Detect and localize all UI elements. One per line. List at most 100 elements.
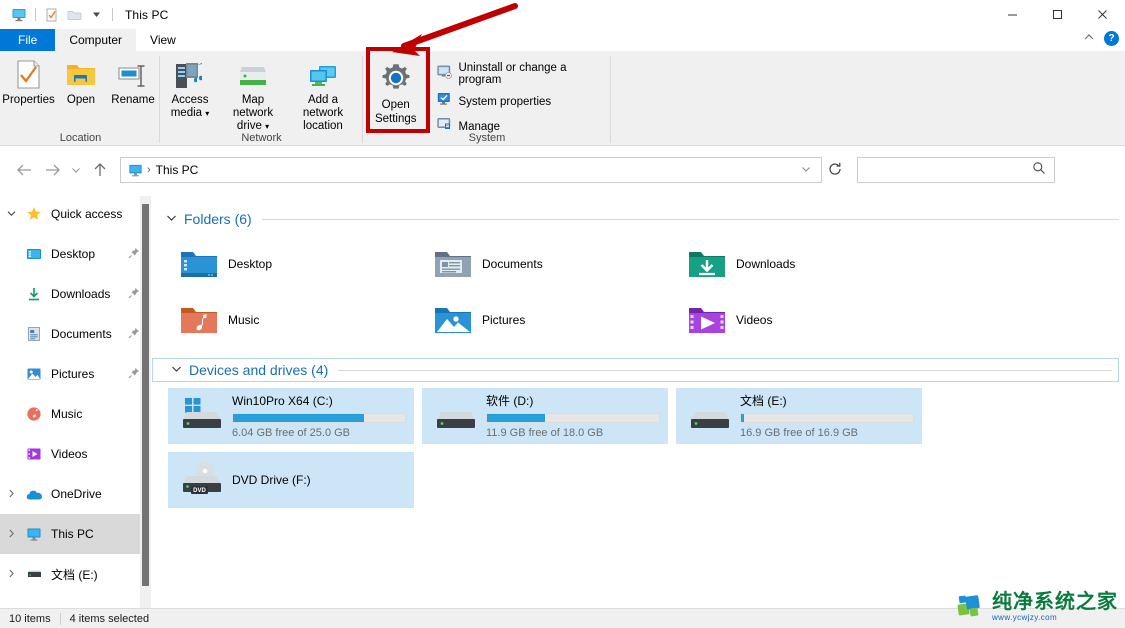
uninstall-icon <box>437 65 453 84</box>
sidebar-item-label: Quick access <box>51 207 123 221</box>
chevron-right-icon[interactable] <box>0 489 22 500</box>
chevron-down-icon[interactable] <box>171 364 182 376</box>
ribbon-divider-3 <box>610 56 611 143</box>
sidebar-item-label: Videos <box>51 447 88 461</box>
sidebar-item-drive-e[interactable]: 文档 (E:) <box>0 554 146 594</box>
chevron-right-icon[interactable] <box>0 569 22 580</box>
sidebar-item-onedrive[interactable]: OneDrive <box>0 474 146 514</box>
folder-tile-documents[interactable]: Documents <box>422 236 676 292</box>
rename-button[interactable]: Rename <box>107 55 159 109</box>
uninstall-or-change-program-button[interactable]: Uninstall or change a program <box>433 61 608 87</box>
folder-tile-pictures[interactable]: Pictures <box>422 292 676 348</box>
ribbon-divider-1 <box>159 56 160 143</box>
search-field[interactable] <box>858 163 1032 177</box>
chevron-down-icon[interactable]: ▾ <box>265 122 269 131</box>
sidebar-item-this-pc[interactable]: This PC <box>0 514 146 554</box>
pin-icon[interactable] <box>128 367 140 382</box>
sidebar-item-label: Music <box>51 407 83 421</box>
system-properties-button[interactable]: System properties <box>433 91 608 112</box>
minimize-button[interactable] <box>990 0 1035 29</box>
maximize-button[interactable] <box>1035 0 1080 29</box>
chevron-down-icon[interactable]: ▾ <box>205 109 209 118</box>
chevron-down-icon[interactable] <box>166 213 177 225</box>
sidebar-item-label: Pictures <box>51 367 95 381</box>
onedrive-icon <box>22 488 46 501</box>
this-pc-icon[interactable] <box>8 4 30 26</box>
open-button[interactable]: Open <box>55 55 107 109</box>
breadcrumb-dropdown-icon[interactable] <box>795 165 817 176</box>
drive-tile-c[interactable]: Win10Pro X64 (C:) 6.04 GB free of 25.0 G… <box>168 388 414 444</box>
tab-file[interactable]: File <box>0 29 56 51</box>
refresh-button[interactable] <box>822 162 848 179</box>
up-button[interactable] <box>86 156 114 184</box>
sidebar-item-label: OneDrive <box>51 487 102 501</box>
tab-view[interactable]: View <box>136 29 190 51</box>
hdd-icon <box>684 396 736 436</box>
pin-icon[interactable] <box>128 247 140 262</box>
map-network-drive-button[interactable]: Map network drive ▾ <box>217 55 289 135</box>
sidebar-item-downloads[interactable]: Downloads <box>0 274 146 314</box>
folder-icon[interactable] <box>63 4 85 26</box>
sidebar-item-desktop[interactable]: Desktop <box>0 234 146 274</box>
ribbon-divider-2 <box>362 56 363 143</box>
folder-tile-desktop[interactable]: Desktop <box>168 236 422 292</box>
navigation-pane-scrollbar[interactable] <box>140 196 151 608</box>
close-button[interactable] <box>1080 0 1125 29</box>
sidebar-item-quick-access[interactable]: Quick access <box>0 194 146 234</box>
access-media-label: Access media ▾ <box>167 94 213 120</box>
drive-usage-bar <box>232 413 406 423</box>
drive-tile-e[interactable]: 文档 (E:) 16.9 GB free of 16.9 GB <box>676 388 922 444</box>
group-header-label: Devices and drives (4) <box>189 362 329 378</box>
back-button[interactable] <box>10 156 38 184</box>
chevron-down-icon[interactable] <box>0 209 22 219</box>
toolbar-divider <box>35 8 36 21</box>
add-network-location-button[interactable]: Add a network location <box>289 55 357 135</box>
sidebar-item-drive-d[interactable]: 软件 (D:) <box>0 594 146 609</box>
folder-tile-music[interactable]: Music <box>168 292 422 348</box>
drive-tile-d[interactable]: 软件 (D:) 11.9 GB free of 18.0 GB <box>422 388 668 444</box>
folder-tile-downloads[interactable]: Downloads <box>676 236 930 292</box>
drive-usage-bar <box>486 413 660 423</box>
chevron-down-icon[interactable] <box>85 4 107 26</box>
open-settings-label: Open Settings <box>374 99 417 125</box>
hdd-icon <box>430 396 482 436</box>
sidebar-item-videos[interactable]: Videos <box>0 434 146 474</box>
sidebar-item-music[interactable]: Music <box>0 394 146 434</box>
this-pc-icon <box>22 526 46 542</box>
forward-button[interactable] <box>38 156 66 184</box>
access-media-icon <box>173 57 207 91</box>
manage-label: Manage <box>458 120 501 133</box>
folders-grid: Desktop Documents Downloads Music Pictur… <box>152 232 1125 348</box>
sidebar-item-documents[interactable]: Documents <box>0 314 146 354</box>
status-bar: 10 items 4 items selected <box>0 608 1125 628</box>
sidebar-item-pictures[interactable]: Pictures <box>0 354 146 394</box>
properties-button[interactable]: Properties <box>2 55 55 109</box>
group-header-drives[interactable]: Devices and drives (4) <box>152 358 1119 382</box>
chevron-right-icon[interactable] <box>0 529 22 540</box>
search-input[interactable] <box>857 157 1055 183</box>
help-icon[interactable]: ? <box>1104 31 1119 46</box>
breadcrumb[interactable]: › This PC <box>120 157 822 183</box>
pin-icon[interactable] <box>128 327 140 342</box>
properties-label: Properties <box>2 94 55 106</box>
search-icon[interactable] <box>1032 161 1046 180</box>
breadcrumb-current[interactable]: This PC <box>156 163 199 177</box>
folder-music-icon <box>176 303 222 337</box>
collapse-ribbon-icon[interactable] <box>1083 32 1095 45</box>
folder-tile-videos[interactable]: Videos <box>676 292 930 348</box>
pin-icon[interactable] <box>128 287 140 302</box>
open-settings-button[interactable]: Open Settings <box>366 55 425 128</box>
tab-computer[interactable]: Computer <box>55 29 137 51</box>
ribbon-group-location: Properties Open Rename Location <box>2 51 159 146</box>
toolbar-divider-2 <box>112 8 113 21</box>
properties-icon[interactable] <box>41 4 63 26</box>
access-media-button[interactable]: Access media ▾ <box>163 55 217 122</box>
windows-drive-icon <box>176 396 228 436</box>
recent-locations-button[interactable] <box>66 156 86 184</box>
drives-grid: Win10Pro X64 (C:) 6.04 GB free of 25.0 G… <box>152 382 1125 508</box>
sidebar-item-label: Downloads <box>51 287 111 301</box>
window-controls <box>990 0 1125 29</box>
group-header-folders[interactable]: Folders (6) <box>152 206 1125 232</box>
drive-tile-f[interactable]: DVD DVD Drive (F:) <box>168 452 414 508</box>
scrollbar-thumb[interactable] <box>142 204 149 586</box>
